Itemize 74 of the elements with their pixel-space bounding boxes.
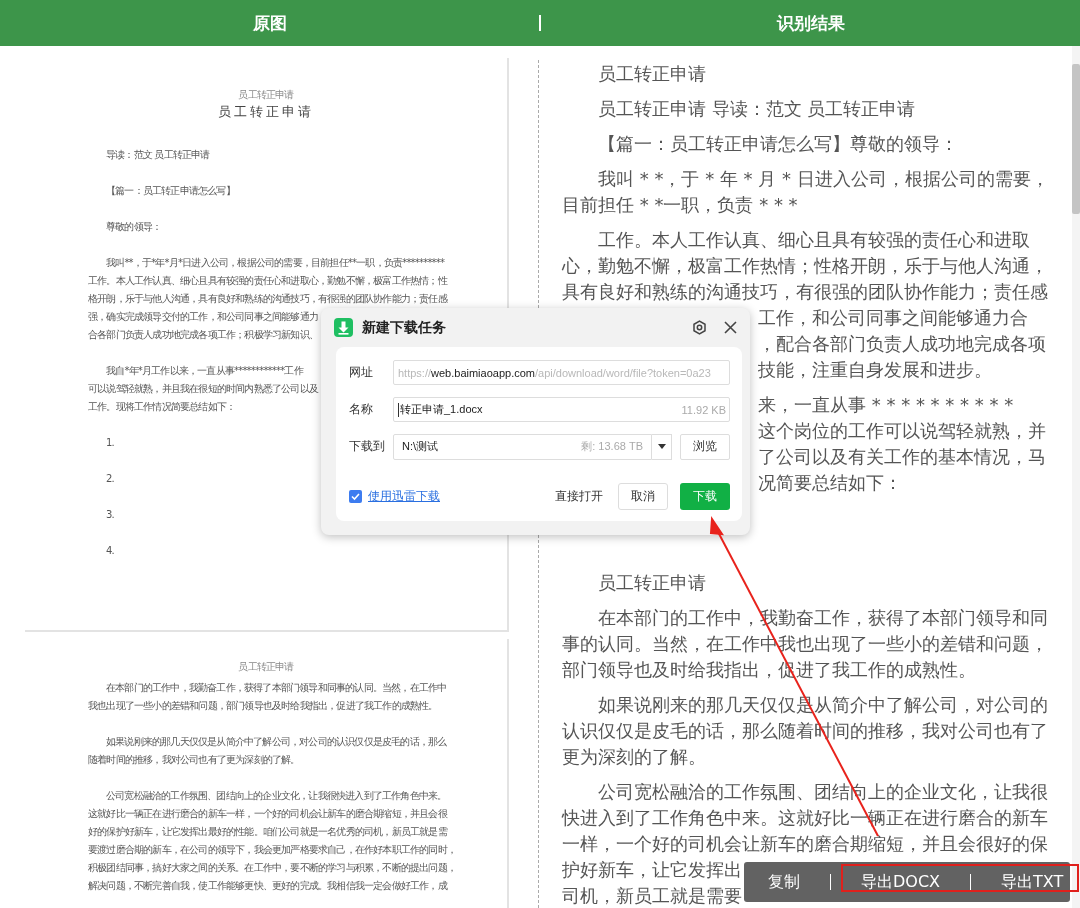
panel-title: 识别结果 — [775, 11, 846, 35]
result-line: 司机，新员工就是需要 — [562, 884, 742, 908]
result-line: 更为深刻的了解。 — [562, 745, 706, 769]
document-line: 1. — [106, 436, 114, 450]
dropdown-button[interactable] — [652, 433, 672, 460]
document-line: 解决问题，不断完善自我，使工作能够更快、更好的完成。我相信我一定会做好工作，成 — [88, 879, 447, 893]
result-line: ，配合各部门负责人成功地完成各项 — [758, 332, 1046, 356]
document-title: 员工转正申请 — [218, 103, 314, 121]
field-label: 下载到 — [349, 438, 386, 455]
file-size: 11.92 KB — [681, 403, 726, 416]
cancel-button[interactable]: 取消 — [618, 483, 668, 510]
document-line: 合各部门负责人成功地完成各项工作；积极学习新知识、 — [88, 328, 318, 342]
thunder-link[interactable]: 使用迅雷下载 — [368, 488, 440, 505]
document-line: 【篇一：员工转正申请怎么写】 — [106, 184, 235, 198]
settings-icon[interactable] — [692, 320, 707, 335]
close-icon[interactable] — [723, 320, 738, 335]
result-line: 我叫 * *，于 * 年 * 月 * 日进入公司，根据公司的需要， — [598, 167, 1049, 191]
document-line: 我也出现了一些小的差错和问题，部门领导也及时给我指出，促进了我工作的成熟性。 — [88, 699, 438, 713]
document-line: 格开朗，乐于与他人沟通，具有良好和熟练的沟通技巧，有很强的团队协作能力；责任感 — [88, 292, 447, 306]
scrollbar-thumb[interactable] — [1072, 64, 1080, 214]
result-line: 况简要总结如下： — [758, 471, 902, 495]
document-line: 在本部门的工作中，我勤奋工作，获得了本部门领导和同事的认同。当然，在工作中 — [106, 681, 447, 695]
document-line: 我叫**，于*年*月*日进入公司，根据公司的需要，目前担任**一职，负责********** — [106, 256, 445, 270]
document-line: 我自*年*月工作以来，一直从事************工作 — [106, 364, 303, 378]
document-line: 4. — [106, 544, 114, 558]
checkbox[interactable] — [349, 490, 362, 503]
folder-field[interactable]: N:\测试 剩: 13.68 TB — [393, 433, 652, 460]
free-space: 剩: 13.68 TB — [581, 439, 643, 454]
dialog-title: 新建下载任务 — [362, 318, 447, 337]
document-line: 这就好比一辆正在进行磨合的新车一样，一个好的司机会让新车的磨合期缩短，并且会很 — [88, 807, 447, 821]
toolbar-button[interactable]: 导出DOCX — [859, 871, 943, 893]
document-line: 2. — [106, 472, 114, 486]
document-line: 强，确实完成领导交付的工作，和公司同事之间能够通力 — [88, 310, 318, 324]
name-field[interactable]: 转正申请_1.docx 11.92 KB — [393, 397, 730, 422]
open-directly-button[interactable]: 直接打开 — [552, 483, 606, 510]
result-line: 这个岗位的工作可以说驾轻就熟，并 — [758, 419, 1046, 443]
result-line: 技能，注重自身发展和进步。 — [758, 358, 992, 382]
result-line: 员工转正申请 — [598, 571, 706, 595]
result-line: 员工转正申请 导读：范文 员工转正申请 — [598, 97, 916, 121]
url-field[interactable]: https://web.baimiaoapp.com/api/download/word/file?token=0a23 — [393, 360, 730, 385]
field-label: 网址 — [349, 364, 374, 381]
document-line: 3. — [106, 508, 114, 522]
result-line: 护好新车，让它发挥出 — [562, 858, 742, 882]
panel-title: 原图 — [251, 11, 288, 35]
document-line: 要渡过磨合期的新车，在公司的领导下，我会更加严格要求自己，在作好本职工作的同时， — [88, 843, 456, 857]
document-line: 工作。本人工作认真、细心且具有较强的责任心和进取心，勤勉不懈，极富工作热情；性 — [88, 274, 447, 288]
document-line: 随着时间的推移，我对公司也有了更为深刻的了解。 — [88, 753, 300, 767]
result-line: 一样，一个好的司机会让新车的磨合期缩短，并且会很好的保 — [562, 832, 1048, 856]
page-header: 员工转正申请 — [238, 660, 294, 674]
field-label: 名称 — [349, 401, 374, 418]
document-line: 公司宽松融洽的工作氛围、团结向上的企业文化，让我很快进入到了工作角色中来。 — [106, 789, 447, 803]
toolbar-button[interactable]: 导出TXT — [999, 871, 1066, 893]
result-line: 来，一直从事 * * * * * * * * * * — [758, 393, 1014, 417]
toolbar-button[interactable]: 复制 — [766, 871, 802, 893]
result-line: 目前担任 * *一职，负责 * * * — [562, 193, 798, 217]
browse-button[interactable]: 浏览 — [680, 433, 730, 460]
document-line: 导读：范文 员工转正申请 — [106, 148, 210, 162]
result-line: 工作。本人工作认真、细心且具有较强的责任心和进取 — [598, 228, 1030, 252]
document-line: 如果说刚来的那几天仅仅是从简介中了解公司，对公司的认识仅仅是皮毛的话，那么 — [106, 735, 447, 749]
result-line: 员工转正申请 — [598, 62, 706, 86]
result-line: 具有良好和熟练的沟通技巧，有很强的团队协作能力；责任感 — [562, 280, 1048, 304]
caret-icon — [657, 444, 666, 449]
document-line: 工作。现将工作情况简要总结如下： — [88, 400, 236, 414]
document-line: 积极团结同事，搞好大家之间的关系。在工作中，要不断的学习与积累，不断的提出问题， — [88, 861, 456, 875]
result-line: 【篇一：员工转正申请怎么写】尊敬的领导： — [598, 132, 958, 156]
download-icon — [334, 318, 353, 337]
document-line: 尊敬的领导： — [106, 220, 162, 234]
result-line: 了公司以及有关工作的基本情况，马 — [758, 445, 1046, 469]
result-line: 心，勤勉不懈，极富工作热情；性格开朗，乐于与他人沟通， — [562, 254, 1048, 278]
result-line: 快进入到了工作角色中来。这就好比一辆正在进行磨合的新车 — [562, 806, 1048, 830]
page-header: 员工转正申请 — [238, 88, 294, 102]
document-line: 可以说驾轻就熟，并且我在很短的时间内熟悉了公司以及 — [88, 382, 318, 396]
result-line: 工作，和公司同事之间能够通力合 — [758, 306, 1028, 330]
document-line: 好的保护好新车，让它发挥出最好的性能。咱们公司就是一名优秀的司机，新员工就是需 — [88, 825, 447, 839]
